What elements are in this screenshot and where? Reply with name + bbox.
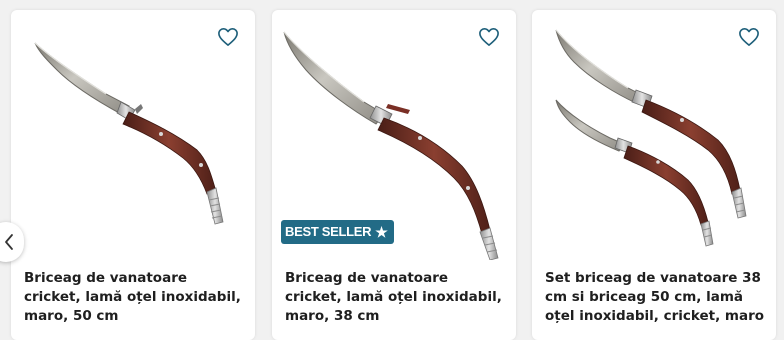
chevron-left-icon <box>5 234 13 250</box>
favorite-button[interactable] <box>734 22 764 52</box>
favorite-button[interactable] <box>213 22 243 52</box>
heart-outline-icon <box>739 28 759 46</box>
star-icon: ★ <box>375 224 388 240</box>
product-card[interactable]: BEST SELLER ★ Briceag de vanatoare crick… <box>272 10 516 340</box>
product-card[interactable]: Set briceag de vanatoare 38 cm si bricea… <box>532 10 776 340</box>
product-card[interactable]: Briceag de vanatoare cricket, lamă oțel … <box>11 10 255 340</box>
product-title[interactable]: Briceag de vanatoare cricket, lamă oțel … <box>285 269 509 326</box>
heart-outline-icon <box>218 28 238 46</box>
badge-label: BEST SELLER <box>285 224 372 239</box>
product-title[interactable]: Set briceag de vanatoare 38 cm si bricea… <box>545 269 769 326</box>
heart-outline-icon <box>479 28 499 46</box>
favorite-button[interactable] <box>474 22 504 52</box>
best-seller-badge: BEST SELLER ★ <box>281 220 394 244</box>
product-title[interactable]: Briceag de vanatoare cricket, lamă oțel … <box>24 269 248 326</box>
